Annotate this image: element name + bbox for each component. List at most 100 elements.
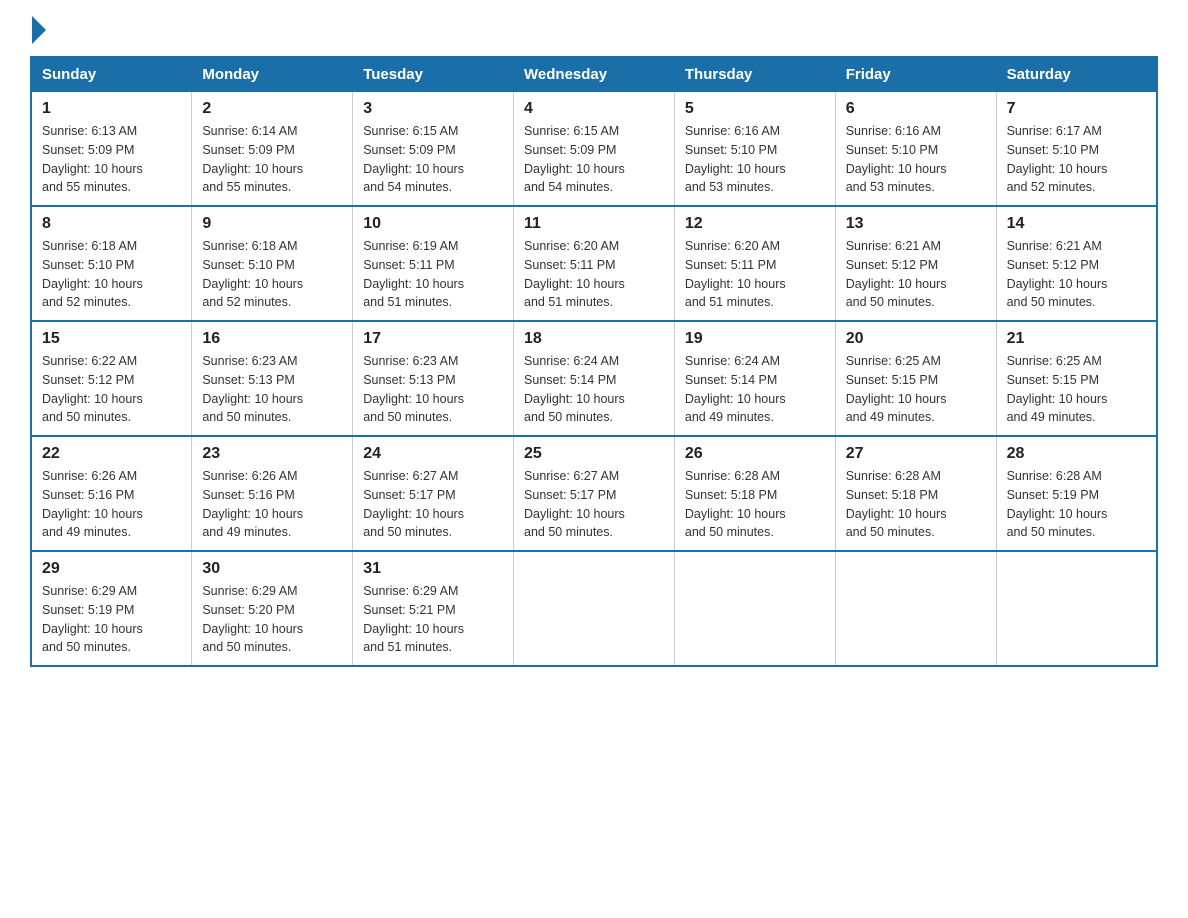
day-number: 4 [524, 100, 664, 118]
calendar-cell: 25 Sunrise: 6:27 AMSunset: 5:17 PMDaylig… [514, 436, 675, 551]
day-info: Sunrise: 6:27 AMSunset: 5:17 PMDaylight:… [524, 467, 664, 542]
day-info: Sunrise: 6:25 AMSunset: 5:15 PMDaylight:… [1007, 352, 1146, 427]
calendar-cell: 16 Sunrise: 6:23 AMSunset: 5:13 PMDaylig… [192, 321, 353, 436]
day-number: 2 [202, 100, 342, 118]
day-number: 11 [524, 215, 664, 233]
day-info: Sunrise: 6:29 AMSunset: 5:20 PMDaylight:… [202, 582, 342, 657]
day-number: 15 [42, 330, 181, 348]
day-number: 10 [363, 215, 503, 233]
calendar-cell: 11 Sunrise: 6:20 AMSunset: 5:11 PMDaylig… [514, 206, 675, 321]
day-info: Sunrise: 6:21 AMSunset: 5:12 PMDaylight:… [1007, 237, 1146, 312]
calendar-cell [674, 551, 835, 666]
calendar-cell: 21 Sunrise: 6:25 AMSunset: 5:15 PMDaylig… [996, 321, 1157, 436]
calendar-cell: 1 Sunrise: 6:13 AMSunset: 5:09 PMDayligh… [31, 92, 192, 207]
calendar-cell: 3 Sunrise: 6:15 AMSunset: 5:09 PMDayligh… [353, 92, 514, 207]
calendar-week-row: 8 Sunrise: 6:18 AMSunset: 5:10 PMDayligh… [31, 206, 1157, 321]
calendar-cell: 15 Sunrise: 6:22 AMSunset: 5:12 PMDaylig… [31, 321, 192, 436]
day-number: 13 [846, 215, 986, 233]
calendar-week-row: 22 Sunrise: 6:26 AMSunset: 5:16 PMDaylig… [31, 436, 1157, 551]
day-number: 8 [42, 215, 181, 233]
day-number: 28 [1007, 445, 1146, 463]
calendar-cell: 2 Sunrise: 6:14 AMSunset: 5:09 PMDayligh… [192, 92, 353, 207]
calendar-week-row: 15 Sunrise: 6:22 AMSunset: 5:12 PMDaylig… [31, 321, 1157, 436]
calendar-cell: 5 Sunrise: 6:16 AMSunset: 5:10 PMDayligh… [674, 92, 835, 207]
calendar-cell [996, 551, 1157, 666]
day-info: Sunrise: 6:16 AMSunset: 5:10 PMDaylight:… [685, 122, 825, 197]
day-info: Sunrise: 6:25 AMSunset: 5:15 PMDaylight:… [846, 352, 986, 427]
logo [30, 20, 104, 40]
day-number: 26 [685, 445, 825, 463]
calendar-cell: 12 Sunrise: 6:20 AMSunset: 5:11 PMDaylig… [674, 206, 835, 321]
logo-arrow-icon [32, 16, 46, 44]
day-info: Sunrise: 6:29 AMSunset: 5:19 PMDaylight:… [42, 582, 181, 657]
day-number: 1 [42, 100, 181, 118]
column-header-tuesday: Tuesday [353, 57, 514, 92]
day-number: 14 [1007, 215, 1146, 233]
calendar-week-row: 29 Sunrise: 6:29 AMSunset: 5:19 PMDaylig… [31, 551, 1157, 666]
day-info: Sunrise: 6:26 AMSunset: 5:16 PMDaylight:… [202, 467, 342, 542]
day-info: Sunrise: 6:15 AMSunset: 5:09 PMDaylight:… [363, 122, 503, 197]
day-info: Sunrise: 6:15 AMSunset: 5:09 PMDaylight:… [524, 122, 664, 197]
day-number: 31 [363, 560, 503, 578]
day-info: Sunrise: 6:13 AMSunset: 5:09 PMDaylight:… [42, 122, 181, 197]
calendar-cell: 31 Sunrise: 6:29 AMSunset: 5:21 PMDaylig… [353, 551, 514, 666]
day-number: 20 [846, 330, 986, 348]
calendar-cell: 19 Sunrise: 6:24 AMSunset: 5:14 PMDaylig… [674, 321, 835, 436]
calendar-cell: 6 Sunrise: 6:16 AMSunset: 5:10 PMDayligh… [835, 92, 996, 207]
calendar-cell: 14 Sunrise: 6:21 AMSunset: 5:12 PMDaylig… [996, 206, 1157, 321]
calendar-cell: 29 Sunrise: 6:29 AMSunset: 5:19 PMDaylig… [31, 551, 192, 666]
calendar-cell: 7 Sunrise: 6:17 AMSunset: 5:10 PMDayligh… [996, 92, 1157, 207]
day-info: Sunrise: 6:28 AMSunset: 5:18 PMDaylight:… [846, 467, 986, 542]
day-info: Sunrise: 6:22 AMSunset: 5:12 PMDaylight:… [42, 352, 181, 427]
day-number: 12 [685, 215, 825, 233]
calendar-cell: 18 Sunrise: 6:24 AMSunset: 5:14 PMDaylig… [514, 321, 675, 436]
calendar-cell [835, 551, 996, 666]
calendar-cell: 26 Sunrise: 6:28 AMSunset: 5:18 PMDaylig… [674, 436, 835, 551]
day-info: Sunrise: 6:20 AMSunset: 5:11 PMDaylight:… [685, 237, 825, 312]
day-number: 18 [524, 330, 664, 348]
day-number: 29 [42, 560, 181, 578]
calendar-cell: 24 Sunrise: 6:27 AMSunset: 5:17 PMDaylig… [353, 436, 514, 551]
calendar-cell: 13 Sunrise: 6:21 AMSunset: 5:12 PMDaylig… [835, 206, 996, 321]
day-info: Sunrise: 6:24 AMSunset: 5:14 PMDaylight:… [524, 352, 664, 427]
day-number: 9 [202, 215, 342, 233]
day-number: 30 [202, 560, 342, 578]
day-number: 19 [685, 330, 825, 348]
column-header-wednesday: Wednesday [514, 57, 675, 92]
calendar-table: SundayMondayTuesdayWednesdayThursdayFrid… [30, 56, 1158, 667]
day-info: Sunrise: 6:29 AMSunset: 5:21 PMDaylight:… [363, 582, 503, 657]
calendar-cell: 30 Sunrise: 6:29 AMSunset: 5:20 PMDaylig… [192, 551, 353, 666]
day-info: Sunrise: 6:23 AMSunset: 5:13 PMDaylight:… [202, 352, 342, 427]
day-number: 25 [524, 445, 664, 463]
column-header-monday: Monday [192, 57, 353, 92]
day-info: Sunrise: 6:26 AMSunset: 5:16 PMDaylight:… [42, 467, 181, 542]
day-number: 17 [363, 330, 503, 348]
day-info: Sunrise: 6:20 AMSunset: 5:11 PMDaylight:… [524, 237, 664, 312]
day-info: Sunrise: 6:24 AMSunset: 5:14 PMDaylight:… [685, 352, 825, 427]
calendar-cell: 10 Sunrise: 6:19 AMSunset: 5:11 PMDaylig… [353, 206, 514, 321]
calendar-week-row: 1 Sunrise: 6:13 AMSunset: 5:09 PMDayligh… [31, 92, 1157, 207]
column-header-thursday: Thursday [674, 57, 835, 92]
column-header-sunday: Sunday [31, 57, 192, 92]
calendar-cell: 8 Sunrise: 6:18 AMSunset: 5:10 PMDayligh… [31, 206, 192, 321]
day-info: Sunrise: 6:27 AMSunset: 5:17 PMDaylight:… [363, 467, 503, 542]
day-info: Sunrise: 6:16 AMSunset: 5:10 PMDaylight:… [846, 122, 986, 197]
day-number: 22 [42, 445, 181, 463]
calendar-cell: 28 Sunrise: 6:28 AMSunset: 5:19 PMDaylig… [996, 436, 1157, 551]
calendar-cell: 22 Sunrise: 6:26 AMSunset: 5:16 PMDaylig… [31, 436, 192, 551]
day-number: 3 [363, 100, 503, 118]
day-number: 24 [363, 445, 503, 463]
day-info: Sunrise: 6:18 AMSunset: 5:10 PMDaylight:… [202, 237, 342, 312]
day-info: Sunrise: 6:18 AMSunset: 5:10 PMDaylight:… [42, 237, 181, 312]
day-info: Sunrise: 6:28 AMSunset: 5:18 PMDaylight:… [685, 467, 825, 542]
calendar-cell: 17 Sunrise: 6:23 AMSunset: 5:13 PMDaylig… [353, 321, 514, 436]
day-info: Sunrise: 6:14 AMSunset: 5:09 PMDaylight:… [202, 122, 342, 197]
column-header-saturday: Saturday [996, 57, 1157, 92]
day-number: 16 [202, 330, 342, 348]
day-number: 23 [202, 445, 342, 463]
calendar-cell: 9 Sunrise: 6:18 AMSunset: 5:10 PMDayligh… [192, 206, 353, 321]
day-info: Sunrise: 6:23 AMSunset: 5:13 PMDaylight:… [363, 352, 503, 427]
day-number: 6 [846, 100, 986, 118]
calendar-cell [514, 551, 675, 666]
day-number: 21 [1007, 330, 1146, 348]
